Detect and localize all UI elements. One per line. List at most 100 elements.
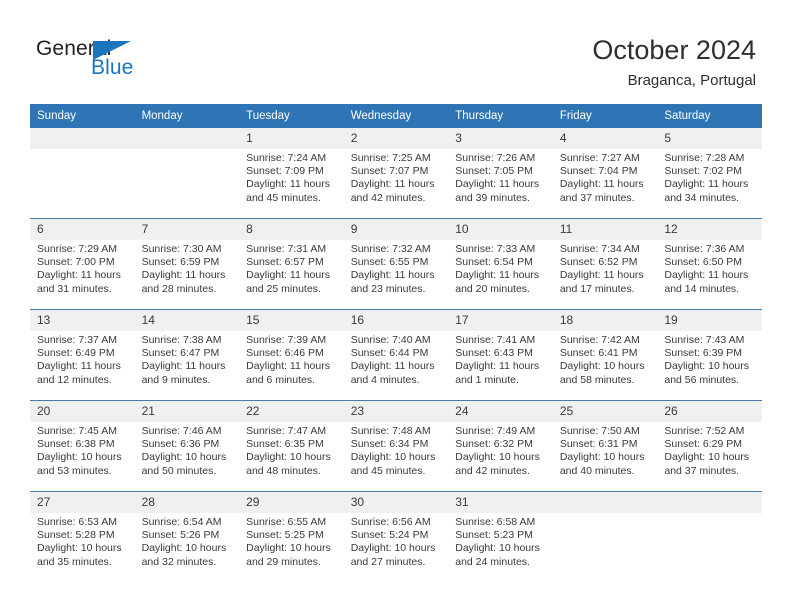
day-number: 17 <box>448 310 553 331</box>
calendar-day-cell[interactable]: 11 Sunrise: 7:34 AM Sunset: 6:52 PM Dayligh… <box>552 218 658 310</box>
calendar-cell-empty <box>30 128 135 219</box>
day-number: 29 <box>239 492 344 513</box>
sunset-text: Sunset: 6:43 PM <box>455 347 533 360</box>
sunrise-text: Sunrise: 7:43 AM <box>664 334 745 346</box>
day-details: Sunrise: 7:36 AM Sunset: 6:50 PM Daylight:… <box>657 240 762 296</box>
day-number: 22 <box>239 401 344 422</box>
daylight-text: Daylight: 10 hours and 37 minutes. <box>664 451 750 477</box>
calendar-day-cell[interactable]: 27 Sunrise: 6:53 AM Sunset: 5:28 PM Dayligh… <box>30 491 135 582</box>
calendar-week-row: 13 Sunrise: 7:37 AM Sunset: 6:49 PM Dayligh… <box>30 309 762 401</box>
sunset-text: Sunset: 6:34 PM <box>350 438 429 451</box>
sunset-text: Sunset: 6:39 PM <box>664 347 743 360</box>
sunrise-text: Sunrise: 7:36 AM <box>664 243 745 255</box>
day-details: Sunrise: 7:47 AM Sunset: 6:35 PM Daylight:… <box>239 422 344 478</box>
calendar-day-cell[interactable]: 3 Sunrise: 7:26 AM Sunset: 7:05 PM Daylight… <box>448 128 553 219</box>
sunset-text: Sunset: 6:55 PM <box>350 256 429 269</box>
calendar-body: 1 Sunrise: 7:24 AM Sunset: 7:09 PM Daylight… <box>30 128 762 582</box>
sunrise-text: Sunrise: 7:34 AM <box>559 243 640 255</box>
day-number: 21 <box>134 401 240 422</box>
calendar-day-cell[interactable]: 15 Sunrise: 7:39 AM Sunset: 6:46 PM Dayligh… <box>239 309 344 401</box>
calendar-day-cell[interactable]: 26 Sunrise: 7:52 AM Sunset: 6:29 PM Dayligh… <box>657 400 762 492</box>
daylight-text: Daylight: 11 hours and 31 minutes. <box>37 269 121 295</box>
calendar-week-row: 1 Sunrise: 7:24 AM Sunset: 7:09 PM Daylight… <box>30 128 762 219</box>
sunrise-text: Sunrise: 7:31 AM <box>246 243 327 255</box>
weekday-header-thursday: Thursday <box>448 104 553 128</box>
calendar-day-cell[interactable]: 10 Sunrise: 7:33 AM Sunset: 6:54 PM Dayligh… <box>448 218 553 310</box>
day-number: 28 <box>134 492 240 513</box>
sunrise-text: Sunrise: 7:30 AM <box>141 243 222 255</box>
sunrise-text: Sunrise: 7:26 AM <box>455 152 536 164</box>
calendar-header-row: Sunday Monday Tuesday Wednesday Thursday… <box>30 104 762 128</box>
day-number: 9 <box>343 219 449 240</box>
day-number: 26 <box>657 401 762 422</box>
day-details: Sunrise: 6:56 AM Sunset: 5:24 PM Daylight:… <box>344 513 449 569</box>
weekday-header-sunday: Sunday <box>30 104 135 128</box>
day-details: Sunrise: 7:50 AM Sunset: 6:31 PM Daylight:… <box>553 422 658 478</box>
daylight-text: Daylight: 10 hours and 32 minutes. <box>141 542 227 568</box>
sunrise-text: Sunrise: 7:32 AM <box>350 243 431 255</box>
calendar-day-cell[interactable]: 28 Sunrise: 6:54 AM Sunset: 5:26 PM Dayligh… <box>134 491 240 582</box>
day-details: Sunrise: 7:52 AM Sunset: 6:29 PM Daylight:… <box>657 422 762 478</box>
calendar-day-cell[interactable]: 17 Sunrise: 7:41 AM Sunset: 6:43 PM Dayligh… <box>448 309 553 401</box>
sunset-text: Sunset: 6:29 PM <box>664 438 743 451</box>
calendar-day-cell[interactable]: 6 Sunrise: 7:29 AM Sunset: 7:00 PM Daylight… <box>30 218 135 310</box>
sunrise-text: Sunrise: 7:52 AM <box>664 425 745 437</box>
calendar-day-cell[interactable]: 2 Sunrise: 7:25 AM Sunset: 7:07 PM Daylight… <box>343 128 449 219</box>
day-number: 15 <box>239 310 344 331</box>
sunrise-text: Sunrise: 7:25 AM <box>350 152 431 164</box>
page-header: General Blue October 2024 Braganca, Port… <box>0 0 792 104</box>
daylight-text: Daylight: 11 hours and 4 minutes. <box>350 360 435 386</box>
calendar-day-cell[interactable]: 30 Sunrise: 6:56 AM Sunset: 5:24 PM Dayligh… <box>343 491 449 582</box>
calendar-day-cell[interactable]: 7 Sunrise: 7:30 AM Sunset: 6:59 PM Daylight… <box>134 218 240 310</box>
day-details: Sunrise: 7:32 AM Sunset: 6:55 PM Daylight:… <box>344 240 449 296</box>
calendar-day-cell[interactable]: 19 Sunrise: 7:43 AM Sunset: 6:39 PM Dayligh… <box>657 309 762 401</box>
title-block: October 2024 Braganca, Portugal <box>592 34 756 91</box>
calendar-day-cell[interactable]: 9 Sunrise: 7:32 AM Sunset: 6:55 PM Daylight… <box>343 218 449 310</box>
day-number: 14 <box>134 310 240 331</box>
day-number: 2 <box>343 128 449 149</box>
calendar-day-cell[interactable]: 4 Sunrise: 7:27 AM Sunset: 7:04 PM Daylight… <box>552 128 658 219</box>
calendar-day-cell[interactable]: 18 Sunrise: 7:42 AM Sunset: 6:41 PM Dayligh… <box>552 309 658 401</box>
calendar-day-cell[interactable]: 29 Sunrise: 6:55 AM Sunset: 5:25 PM Dayligh… <box>239 491 344 582</box>
calendar-day-cell[interactable]: 14 Sunrise: 7:38 AM Sunset: 6:47 PM Dayligh… <box>134 309 240 401</box>
sunset-text: Sunset: 6:32 PM <box>455 438 533 451</box>
day-number: 30 <box>343 492 449 513</box>
calendar-day-cell[interactable]: 8 Sunrise: 7:31 AM Sunset: 6:57 PM Daylight… <box>239 218 344 310</box>
daylight-text: Daylight: 11 hours and 34 minutes. <box>664 178 749 204</box>
calendar-day-cell[interactable]: 13 Sunrise: 7:37 AM Sunset: 6:49 PM Dayligh… <box>30 309 135 401</box>
calendar-day-cell[interactable]: 31 Sunrise: 6:58 AM Sunset: 5:23 PM Dayligh… <box>448 491 553 582</box>
calendar-day-cell[interactable]: 21 Sunrise: 7:46 AM Sunset: 6:36 PM Dayligh… <box>134 400 240 492</box>
daylight-text: Daylight: 11 hours and 6 minutes. <box>246 360 330 386</box>
day-number: 24 <box>448 401 553 422</box>
sunset-text: Sunset: 6:57 PM <box>246 256 324 269</box>
calendar-day-cell[interactable]: 24 Sunrise: 7:49 AM Sunset: 6:32 PM Dayligh… <box>448 400 553 492</box>
day-number: 10 <box>448 219 553 240</box>
sunset-text: Sunset: 7:00 PM <box>37 256 115 269</box>
day-number: 13 <box>30 310 135 331</box>
day-details: Sunrise: 7:40 AM Sunset: 6:44 PM Daylight:… <box>344 331 449 387</box>
daylight-text: Daylight: 11 hours and 25 minutes. <box>246 269 330 295</box>
calendar-day-cell[interactable]: 22 Sunrise: 7:47 AM Sunset: 6:35 PM Dayligh… <box>239 400 344 492</box>
calendar-day-cell[interactable]: 20 Sunrise: 7:45 AM Sunset: 6:38 PM Dayligh… <box>30 400 135 492</box>
calendar-day-cell[interactable]: 25 Sunrise: 7:50 AM Sunset: 6:31 PM Dayligh… <box>552 400 658 492</box>
day-details: Sunrise: 7:29 AM Sunset: 7:00 PM Daylight:… <box>30 240 135 296</box>
sunrise-text: Sunrise: 7:28 AM <box>664 152 745 164</box>
daylight-text: Daylight: 10 hours and 24 minutes. <box>455 542 540 568</box>
daylight-text: Daylight: 10 hours and 35 minutes. <box>37 542 122 568</box>
sunrise-text: Sunrise: 6:53 AM <box>37 516 117 528</box>
page-title: October 2024 <box>592 35 756 65</box>
sunset-text: Sunset: 6:52 PM <box>559 256 638 269</box>
calendar-day-cell[interactable]: 23 Sunrise: 7:48 AM Sunset: 6:34 PM Dayligh… <box>343 400 449 492</box>
day-details: Sunrise: 7:33 AM Sunset: 6:54 PM Daylight:… <box>448 240 553 296</box>
calendar-day-cell[interactable]: 12 Sunrise: 7:36 AM Sunset: 6:50 PM Dayligh… <box>657 218 762 310</box>
daylight-text: Daylight: 11 hours and 14 minutes. <box>664 269 749 295</box>
calendar-day-cell[interactable]: 1 Sunrise: 7:24 AM Sunset: 7:09 PM Daylight… <box>239 128 344 219</box>
sunrise-text: Sunrise: 6:56 AM <box>350 516 431 528</box>
sunrise-text: Sunrise: 6:54 AM <box>141 516 222 528</box>
sunrise-text: Sunrise: 7:40 AM <box>350 334 431 346</box>
sunset-text: Sunset: 7:09 PM <box>246 165 324 178</box>
calendar-day-cell[interactable]: 5 Sunrise: 7:28 AM Sunset: 7:02 PM Daylight… <box>657 128 762 219</box>
daylight-text: Daylight: 10 hours and 50 minutes. <box>141 451 227 477</box>
sunset-text: Sunset: 6:49 PM <box>37 347 115 360</box>
calendar-day-cell[interactable]: 16 Sunrise: 7:40 AM Sunset: 6:44 PM Dayligh… <box>343 309 449 401</box>
